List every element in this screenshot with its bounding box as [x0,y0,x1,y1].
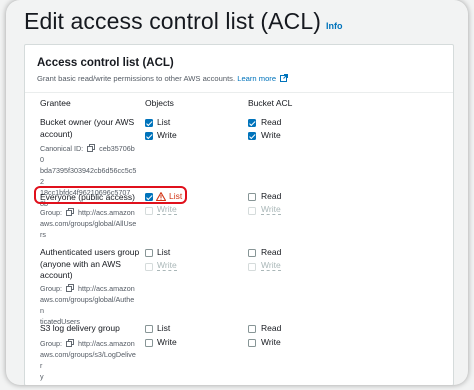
bucket-acl-read-checkbox[interactable] [248,325,256,333]
grantee-everyone-name: Everyone (public access) [40,192,150,204]
objects-write-checkbox[interactable] [145,132,153,140]
bucket-acl-read-label: Read [261,191,282,201]
bucket-acl-write-checkbox[interactable] [248,263,256,271]
objects-list-checkbox[interactable] [145,119,153,127]
group-label: Group: [40,339,62,348]
bucket-acl-read-checkbox[interactable] [248,193,256,201]
bucket-acl-write-label: Write [261,260,281,271]
panel-header: Access control list (ACL) Grant basic re… [25,45,453,93]
bucket-acl-write-label: Write [261,337,281,347]
copy-icon[interactable] [66,208,74,216]
bucket-acl-write-checkbox[interactable] [248,207,256,215]
bucket-acl-read-label: Read [261,247,282,257]
group-uri-value: http://acs.amazon [77,284,135,293]
grantee-name-line: Bucket owner (your AWS [40,117,135,127]
objects-write-checkbox[interactable] [145,339,153,347]
info-link[interactable]: Info [326,21,343,31]
group-uri-value: aws.com/groups/global/AllUse [40,219,137,228]
canonical-id-label: Canonical ID: [40,144,84,153]
group-uri: Group: http://acs.amazon aws.com/groups/… [40,338,138,382]
group-label: Group: [40,284,62,293]
canonical-id-line: Canonical ID: ceb35706b0 [40,143,138,165]
grantee-name-line: account) [40,270,73,280]
page-header: Edit access control list (ACL) Info [24,8,342,35]
bucket-acl-write-checkbox[interactable] [248,132,256,140]
grantee-s3-log-delivery-name: S3 log delivery group [40,323,140,335]
bucket-acl-read-checkbox[interactable] [248,119,256,127]
objects-write-checkbox[interactable] [145,263,153,271]
objects-write-label: Write [157,204,177,215]
bucket-acl-read-label: Read [261,323,282,333]
objects-list-label: List [157,117,171,127]
bucket-acl-write-label: Write [261,204,281,215]
grantee-column-header: Grantee [40,98,71,108]
objects-write-label: Write [157,260,177,271]
group-uri-value: y [40,372,44,381]
panel-description: Grant basic read/write permissions to ot… [37,74,453,83]
group-uri-value: http://acs.amazon [77,339,135,348]
page-title: Edit access control list (ACL) [24,8,321,34]
bucket-acl-write-checkbox[interactable] [248,339,256,347]
group-uri-line: Group: http://acs.amazon [40,338,138,349]
group-uri-line: Group: http://acs.amazon [40,207,138,218]
grantee-name-line: account) [40,128,73,139]
warning-icon [156,192,166,201]
bucket-acl-column-header: Bucket ACL [248,98,293,108]
bucket-acl-read-checkbox[interactable] [248,249,256,257]
learn-more-link[interactable]: Learn more [237,74,276,83]
objects-list-label: List [157,247,171,257]
objects-list-label: List [157,323,171,333]
objects-list-checkbox[interactable] [145,249,153,257]
group-uri-line: Group: http://acs.amazon [40,283,138,294]
copy-icon[interactable] [66,339,74,347]
objects-list-checkbox[interactable] [145,325,153,333]
objects-write-label: Write [157,130,177,140]
group-uri-value: rs [40,230,46,239]
bucket-acl-write-label: Write [261,130,281,140]
copy-icon[interactable] [87,144,96,152]
window-frame: Edit access control list (ACL) Info Acce… [6,0,468,385]
objects-list-label: List [169,191,183,201]
canonical-id-value: bda7395f303942cb6d56cc5c52 [40,166,137,186]
group-uri-value: http://acs.amazon [77,208,135,217]
copy-icon[interactable] [66,284,74,292]
panel-description-text: Grant basic read/write permissions to ot… [37,74,236,83]
group-uri: Group: http://acs.amazon aws.com/groups/… [40,283,138,327]
bucket-acl-read-label: Read [261,117,282,127]
group-uri: Group: http://acs.amazon aws.com/groups/… [40,207,138,240]
grantee-name-line: S3 log delivery group [40,323,120,333]
group-label: Group: [40,208,62,217]
grantee-name-line: Everyone (public access) [40,192,135,202]
grantee-name-line: Authenticated users group [40,247,140,257]
grantee-name-line: (anyone with an AWS [40,258,121,269]
group-uri-value: aws.com/groups/global/Authen [40,295,135,315]
grantee-bucket-owner-name: Bucket owner (your AWS account) [40,117,140,140]
panel-title: Access control list (ACL) [37,57,174,69]
group-uri-value: aws.com/groups/s3/LogDeliver [40,350,136,370]
objects-write-checkbox[interactable] [145,207,153,215]
objects-column-header: Objects [145,98,174,108]
grantee-authenticated-users-name: Authenticated users group (anyone with a… [40,247,140,282]
objects-write-label: Write [157,337,177,347]
objects-list-checkbox[interactable] [145,193,153,201]
external-link-icon [280,74,289,82]
